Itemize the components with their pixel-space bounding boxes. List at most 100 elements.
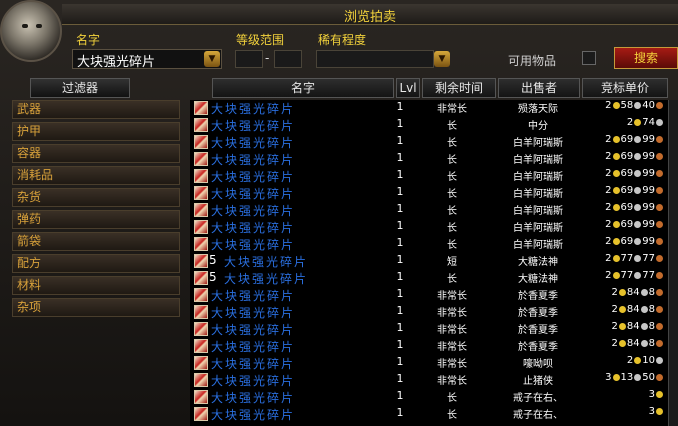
- item-icon[interactable]: [194, 101, 208, 115]
- silver-coin-icon: [634, 169, 642, 177]
- table-row[interactable]: 大块强光碎片 1 非常长 於香夏季 2 84 8: [190, 321, 668, 337]
- time-left: 非常长: [437, 342, 467, 353]
- item-level: 1: [396, 406, 404, 419]
- character-portrait: [0, 0, 62, 62]
- time-left: 非常长: [437, 104, 467, 115]
- item-icon[interactable]: [194, 186, 208, 200]
- table-row[interactable]: 5 大块强光碎片 1 长 大糖法神 2 77 77: [190, 270, 668, 286]
- table-row[interactable]: 大块强光碎片 1 长 白羊阿瑞斯 2 69 99: [190, 219, 668, 235]
- time-left: 长: [447, 410, 457, 421]
- item-level: 1: [396, 287, 404, 300]
- seller-name: 白羊阿瑞斯: [513, 206, 563, 217]
- gold-coin-icon: [612, 169, 620, 177]
- table-row[interactable]: 大块强光碎片 1 长 中分 2 74: [190, 117, 668, 133]
- filter-containers[interactable]: 容器: [12, 144, 180, 163]
- item-icon[interactable]: [194, 203, 208, 217]
- item-name[interactable]: 大块强光碎片: [211, 406, 295, 423]
- table-row[interactable]: 大块强光碎片 1 非常长 於香夏季 2 84 8: [190, 304, 668, 320]
- filter-weapons[interactable]: 武器: [12, 100, 180, 119]
- table-row[interactable]: 大块强光碎片 1 非常长 殒落天际 2 58 40: [190, 100, 668, 116]
- table-row[interactable]: 大块强光碎片 1 非常长 於香夏季 2 84 8: [190, 287, 668, 303]
- table-row[interactable]: 大块强光碎片 1 长 白羊阿瑞斯 2 69 99: [190, 185, 668, 201]
- item-name[interactable]: 大块强光碎片: [211, 355, 295, 372]
- gold-coin-icon: [612, 254, 620, 262]
- scrollbar[interactable]: [668, 100, 678, 426]
- item-name[interactable]: 大块强光碎片: [211, 185, 295, 202]
- table-row[interactable]: 大块强光碎片 1 长 白羊阿瑞斯 2 69 99: [190, 134, 668, 150]
- item-name[interactable]: 大块强光碎片: [211, 117, 295, 134]
- item-level: 1: [396, 151, 404, 164]
- filter-consumables[interactable]: 消耗品: [12, 166, 180, 185]
- filter-ammo[interactable]: 弹药: [12, 210, 180, 229]
- window-title: 浏览拍卖: [343, 10, 396, 25]
- rarity-dropdown-icon[interactable]: ▼: [434, 51, 450, 67]
- filter-armor[interactable]: 护甲: [12, 122, 180, 141]
- item-icon[interactable]: [194, 390, 208, 404]
- table-row[interactable]: 大块强光碎片 1 长 戒子在右、 3: [190, 406, 668, 422]
- item-name[interactable]: 大块强光碎片: [211, 287, 295, 304]
- table-row[interactable]: 大块强光碎片 1 长 白羊阿瑞斯 2 69 99: [190, 202, 668, 218]
- item-level: 1: [396, 168, 404, 181]
- column-header-seller[interactable]: 出售者: [498, 78, 580, 98]
- column-header-bid[interactable]: 竞标单价: [582, 78, 668, 98]
- table-row[interactable]: 大块强光碎片 1 非常长 於香夏季 2 84 8: [190, 338, 668, 354]
- item-name[interactable]: 大块强光碎片: [211, 134, 295, 151]
- item-name[interactable]: 大块强光碎片: [211, 389, 295, 406]
- item-name[interactable]: 大块强光碎片: [224, 270, 308, 287]
- copper-coin-icon: [656, 220, 663, 228]
- item-name[interactable]: 大块强光碎片: [211, 338, 295, 355]
- filter-trade-goods[interactable]: 杂货: [12, 188, 180, 207]
- column-header-name[interactable]: 名字: [212, 78, 394, 98]
- filter-quivers[interactable]: 箭袋: [12, 232, 180, 251]
- item-icon[interactable]: [194, 339, 208, 353]
- seller-name: 白羊阿瑞斯: [513, 223, 563, 234]
- time-left: 长: [447, 240, 457, 251]
- item-icon[interactable]: [194, 169, 208, 183]
- item-icon[interactable]: [194, 152, 208, 166]
- item-name[interactable]: 大块强光碎片: [211, 372, 295, 389]
- item-icon[interactable]: [194, 407, 208, 421]
- item-icon[interactable]: [194, 237, 208, 251]
- item-name[interactable]: 大块强光碎片: [211, 151, 295, 168]
- max-level-input[interactable]: [274, 50, 302, 68]
- gold-coin-icon: [612, 101, 620, 109]
- column-header-time[interactable]: 剩余时间: [422, 78, 496, 98]
- item-icon[interactable]: [194, 288, 208, 302]
- item-name[interactable]: 大块强光碎片: [224, 253, 308, 270]
- table-row[interactable]: 大块强光碎片 1 长 白羊阿瑞斯 2 69 99: [190, 151, 668, 167]
- item-name[interactable]: 大块强光碎片: [211, 304, 295, 321]
- table-row[interactable]: 大块强光碎片 1 非常长 止猪侠 3 13 50: [190, 372, 668, 388]
- rarity-dropdown[interactable]: [316, 50, 434, 68]
- filter-tab[interactable]: 过滤器: [30, 78, 130, 98]
- column-header-lvl[interactable]: Lvl: [396, 78, 420, 98]
- item-name[interactable]: 大块强光碎片: [211, 236, 295, 253]
- table-row[interactable]: 大块强光碎片 1 长 白羊阿瑞斯 2 69 99: [190, 168, 668, 184]
- search-button[interactable]: 搜索: [614, 47, 678, 69]
- level-range-separator: -: [265, 51, 270, 65]
- item-name[interactable]: 大块强光碎片: [211, 168, 295, 185]
- filter-materials[interactable]: 材料: [12, 276, 180, 295]
- search-input[interactable]: 大块强光碎片: [72, 49, 222, 70]
- item-icon[interactable]: [194, 305, 208, 319]
- item-icon[interactable]: [194, 356, 208, 370]
- item-name[interactable]: 大块强光碎片: [211, 100, 295, 117]
- item-name[interactable]: 大块强光碎片: [211, 202, 295, 219]
- table-row[interactable]: 大块强光碎片 1 长 白羊阿瑞斯 2 69 99: [190, 236, 668, 252]
- filter-misc[interactable]: 杂项: [12, 298, 180, 317]
- min-level-input[interactable]: [235, 50, 263, 68]
- item-icon[interactable]: [194, 271, 208, 285]
- item-name[interactable]: 大块强光碎片: [211, 321, 295, 338]
- item-icon[interactable]: [194, 254, 208, 268]
- table-row[interactable]: 5 大块强光碎片 1 短 大糖法神 2 77 77: [190, 253, 668, 269]
- name-dropdown-icon[interactable]: ▼: [204, 51, 220, 67]
- item-name[interactable]: 大块强光碎片: [211, 219, 295, 236]
- table-row[interactable]: 大块强光碎片 1 长 戒子在右、 3: [190, 389, 668, 405]
- item-icon[interactable]: [194, 118, 208, 132]
- usable-items-checkbox[interactable]: [582, 51, 596, 65]
- item-icon[interactable]: [194, 135, 208, 149]
- filter-recipes[interactable]: 配方: [12, 254, 180, 273]
- item-icon[interactable]: [194, 322, 208, 336]
- item-icon[interactable]: [194, 373, 208, 387]
- item-icon[interactable]: [194, 220, 208, 234]
- table-row[interactable]: 大块强光碎片 1 非常长 嚎呦呗 2 10: [190, 355, 668, 371]
